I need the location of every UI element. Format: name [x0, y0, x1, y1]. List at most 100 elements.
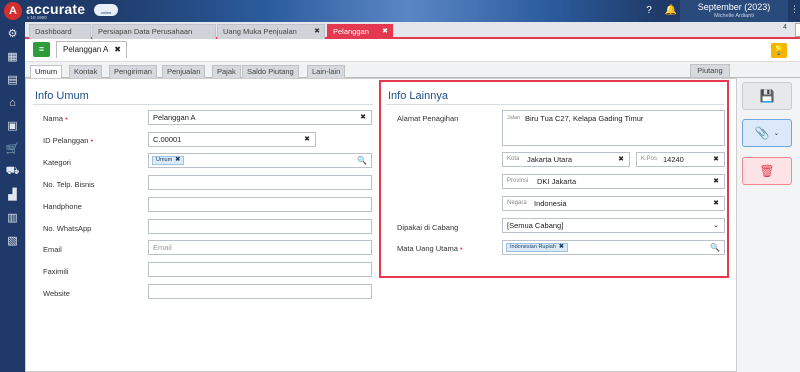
chevron-down-icon[interactable]: ⌄	[713, 219, 719, 232]
clear-icon[interactable]: ✖	[360, 111, 366, 124]
telp-bisnis-input[interactable]	[148, 175, 372, 190]
sidebar-report-icon[interactable]: ▧	[0, 229, 25, 252]
main-tabs: Dashboard Persiapan Data Perusahaan Uang…	[25, 22, 800, 39]
form-tab-pelanggan-a[interactable]: Pelanggan A ✖	[56, 41, 127, 58]
mata-uang-input[interactable]: Indonesian Rupiah ✖ 🔍	[502, 240, 725, 255]
negara-input[interactable]: Negara Indonesia ✖	[502, 196, 725, 211]
sidebar: ⚙ ▦ ▤ ⌂ ▣ 🛒 ⛟ ▟ ▥ ▧	[0, 22, 25, 372]
tag-remove-icon[interactable]: ✖	[559, 244, 564, 250]
save-button[interactable]: 💾	[742, 82, 792, 110]
more-menu-icon[interactable]: ⋮	[790, 4, 799, 15]
kota-prefix: Kota	[507, 156, 520, 162]
sidebar-box-icon[interactable]: ▣	[0, 114, 25, 137]
provinsi-value: DKI Jakarta	[537, 177, 577, 186]
period-label: September (2023)	[697, 2, 771, 12]
website-input[interactable]	[148, 284, 372, 299]
id-pelanggan-input[interactable]: C.00001 ✖	[148, 132, 316, 147]
form-tab-label: Pelanggan A	[63, 45, 109, 54]
sidebar-book-icon[interactable]: ▤	[0, 68, 25, 91]
subtab-saldo-piutang[interactable]: Saldo Piutang	[242, 65, 299, 79]
form-subtabs: Umum Kontak Pengiriman Penjualan Pajak S…	[25, 62, 800, 79]
sidebar-bank-icon[interactable]: ⌂	[0, 91, 25, 114]
clear-icon[interactable]: ✖	[713, 153, 719, 166]
tag-remove-icon[interactable]: ✖	[175, 157, 180, 163]
close-icon[interactable]: ✖	[114, 42, 121, 58]
tab-list-dropdown[interactable]: ⌄	[795, 23, 800, 37]
field-label: Email	[43, 245, 62, 254]
field-label: Kategori	[43, 158, 71, 167]
tab-persiapan-data[interactable]: Persiapan Data Perusahaan	[92, 24, 216, 39]
provinsi-input[interactable]: Provinsi DKI Jakarta ✖	[502, 174, 725, 189]
sidebar-factory-icon[interactable]: ▟	[0, 183, 25, 206]
kategori-input[interactable]: Umum ✖ 🔍	[148, 153, 372, 168]
jalan-textarea[interactable]: Jalan Biru Tua C27, Kelapa Gading Timur	[502, 110, 725, 146]
subtab-penjualan[interactable]: Penjualan	[162, 65, 206, 79]
sidebar-cart-icon[interactable]: 🛒	[0, 137, 25, 160]
bell-icon[interactable]: 🔔	[664, 4, 678, 18]
dipakai-cabang-label: Dipakai di Cabang	[397, 223, 459, 232]
period-user-panel[interactable]: September (2023) Michelle Ardianti	[680, 0, 788, 22]
close-icon[interactable]: ✖	[382, 25, 388, 38]
clear-icon[interactable]: ✖	[304, 133, 310, 146]
save-icon: 💾	[759, 89, 775, 103]
subtab-umum[interactable]: Umum	[30, 65, 63, 79]
cabang-value: [Semua Cabang]	[507, 221, 564, 230]
whatsapp-input[interactable]	[148, 219, 372, 234]
subtab-pengiriman[interactable]: Pengiriman	[109, 65, 157, 79]
form-toolbar	[25, 39, 800, 62]
field-label: Nama •	[43, 114, 68, 123]
tab-uang-muka[interactable]: Uang Muka Penjualan ✖	[217, 24, 325, 39]
clear-icon[interactable]: ✖	[618, 153, 624, 166]
bulb-icon[interactable]: 💡	[771, 43, 787, 58]
divider	[386, 104, 724, 105]
search-icon[interactable]: 🔍	[357, 154, 367, 167]
subtab-piutang[interactable]: Piutang	[690, 64, 730, 78]
subtab-kontak[interactable]: Kontak	[69, 65, 103, 79]
sidebar-truck-icon[interactable]: ⛟	[0, 160, 25, 183]
list-icon[interactable]: ≡	[33, 42, 50, 57]
trash-icon: 🗑	[759, 164, 775, 178]
nama-input[interactable]: Pelanggan A ✖	[148, 110, 372, 125]
divider	[33, 104, 373, 105]
search-icon[interactable]: 🔍	[710, 241, 720, 254]
email-field[interactable]: Email	[148, 240, 372, 255]
tab-label: Pelanggan	[333, 27, 369, 36]
subtab-lain-lain[interactable]: Lain-lain	[307, 65, 346, 79]
delete-button[interactable]: 🗑	[742, 157, 792, 185]
sidebar-gear-icon[interactable]: ⚙	[0, 22, 25, 45]
accurate-logo-icon: A	[4, 2, 22, 20]
help-icon[interactable]: ?	[642, 4, 656, 18]
kategori-tag: Umum ✖	[152, 156, 185, 165]
tab-dashboard[interactable]: Dashboard	[29, 24, 91, 39]
kpos-value: 14240	[663, 155, 684, 164]
tab-label: Dashboard	[35, 27, 72, 36]
provinsi-prefix: Provinsi	[507, 178, 529, 184]
email-placeholder: Email	[153, 243, 172, 252]
clear-icon[interactable]: ✖	[713, 175, 719, 188]
sidebar-calculator-icon[interactable]: ▥	[0, 206, 25, 229]
clear-icon[interactable]: ✖	[713, 197, 719, 210]
handphone-input[interactable]	[148, 197, 372, 212]
field-label: Faximili	[43, 267, 69, 276]
header-background	[100, 0, 660, 22]
chevron-down-icon: ⌄	[773, 130, 780, 137]
info-lainnya-title: Info Lainnya	[388, 90, 448, 102]
close-icon[interactable]: ✖	[314, 25, 320, 38]
attach-button[interactable]: 📎 ⌄	[742, 119, 792, 147]
tab-label: Persiapan Data Perusahaan	[98, 27, 193, 36]
info-umum-title: Info Umum	[35, 90, 89, 102]
sidebar-building-icon[interactable]: ▦	[0, 45, 25, 68]
kpos-prefix: K.Pos	[641, 156, 658, 162]
cabang-select[interactable]: [Semua Cabang] ⌄	[502, 218, 725, 233]
kpos-input[interactable]: K.Pos 14240 ✖	[636, 152, 725, 167]
tab-pelanggan[interactable]: Pelanggan ✖	[327, 24, 393, 39]
mata-uang-label: Mata Uang Utama •	[397, 244, 463, 253]
kota-value: Jakarta Utara	[527, 155, 573, 164]
field-label: ID Pelanggan •	[43, 136, 94, 145]
kota-input[interactable]: Kota Jakarta Utara ✖	[502, 152, 630, 167]
field-label: Website	[43, 289, 70, 298]
version-label: v 10.1900	[27, 15, 47, 20]
negara-value: Indonesia	[534, 199, 567, 208]
subtab-pajak[interactable]: Pajak	[212, 65, 241, 79]
faximili-input[interactable]	[148, 262, 372, 277]
